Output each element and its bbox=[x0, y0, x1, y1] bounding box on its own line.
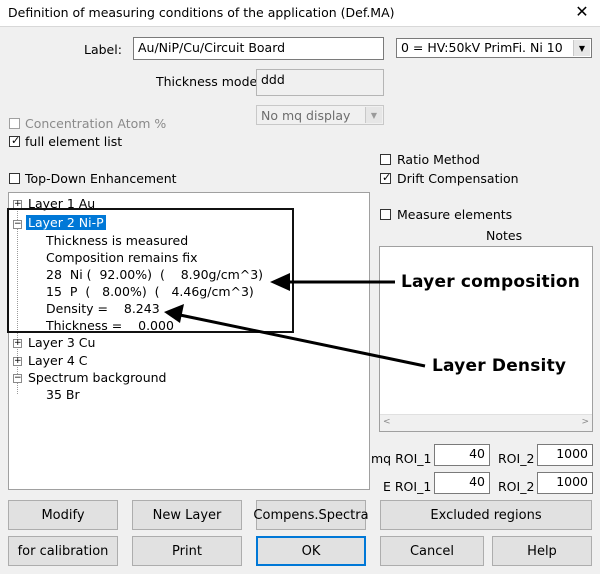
for-calibration-button[interactable]: for calibration bbox=[8, 536, 118, 566]
mq-roi1-input[interactable]: 40 bbox=[434, 444, 490, 466]
compens-spectra-button[interactable]: Compens.Spectra bbox=[253, 500, 369, 530]
annotation-layer-density: Layer Density bbox=[432, 356, 567, 376]
arrow-density-head bbox=[164, 304, 184, 323]
print-button[interactable]: Print bbox=[132, 536, 242, 566]
annotation-layer-composition: Layer composition bbox=[401, 272, 581, 292]
new-layer-button[interactable]: New Layer bbox=[132, 500, 242, 530]
mq-roi1-label: mq ROI_1 bbox=[371, 451, 432, 466]
e-roi1-label: E ROI_1 bbox=[383, 479, 432, 494]
ok-button[interactable]: OK bbox=[256, 536, 366, 566]
roi2-label-1: ROI_2 bbox=[498, 451, 535, 466]
cancel-button[interactable]: Cancel bbox=[380, 536, 484, 566]
e-roi1-input[interactable]: 40 bbox=[434, 472, 490, 494]
roi2-label-2: ROI_2 bbox=[498, 479, 535, 494]
excluded-regions-button[interactable]: Excluded regions bbox=[380, 500, 592, 530]
arrow-composition-head bbox=[270, 273, 290, 291]
help-button[interactable]: Help bbox=[492, 536, 592, 566]
roi2-input-2[interactable]: 1000 bbox=[537, 472, 593, 494]
arrow-density-line bbox=[179, 313, 426, 368]
roi2-input-1[interactable]: 1000 bbox=[537, 444, 593, 466]
modify-button[interactable]: Modify bbox=[8, 500, 118, 530]
